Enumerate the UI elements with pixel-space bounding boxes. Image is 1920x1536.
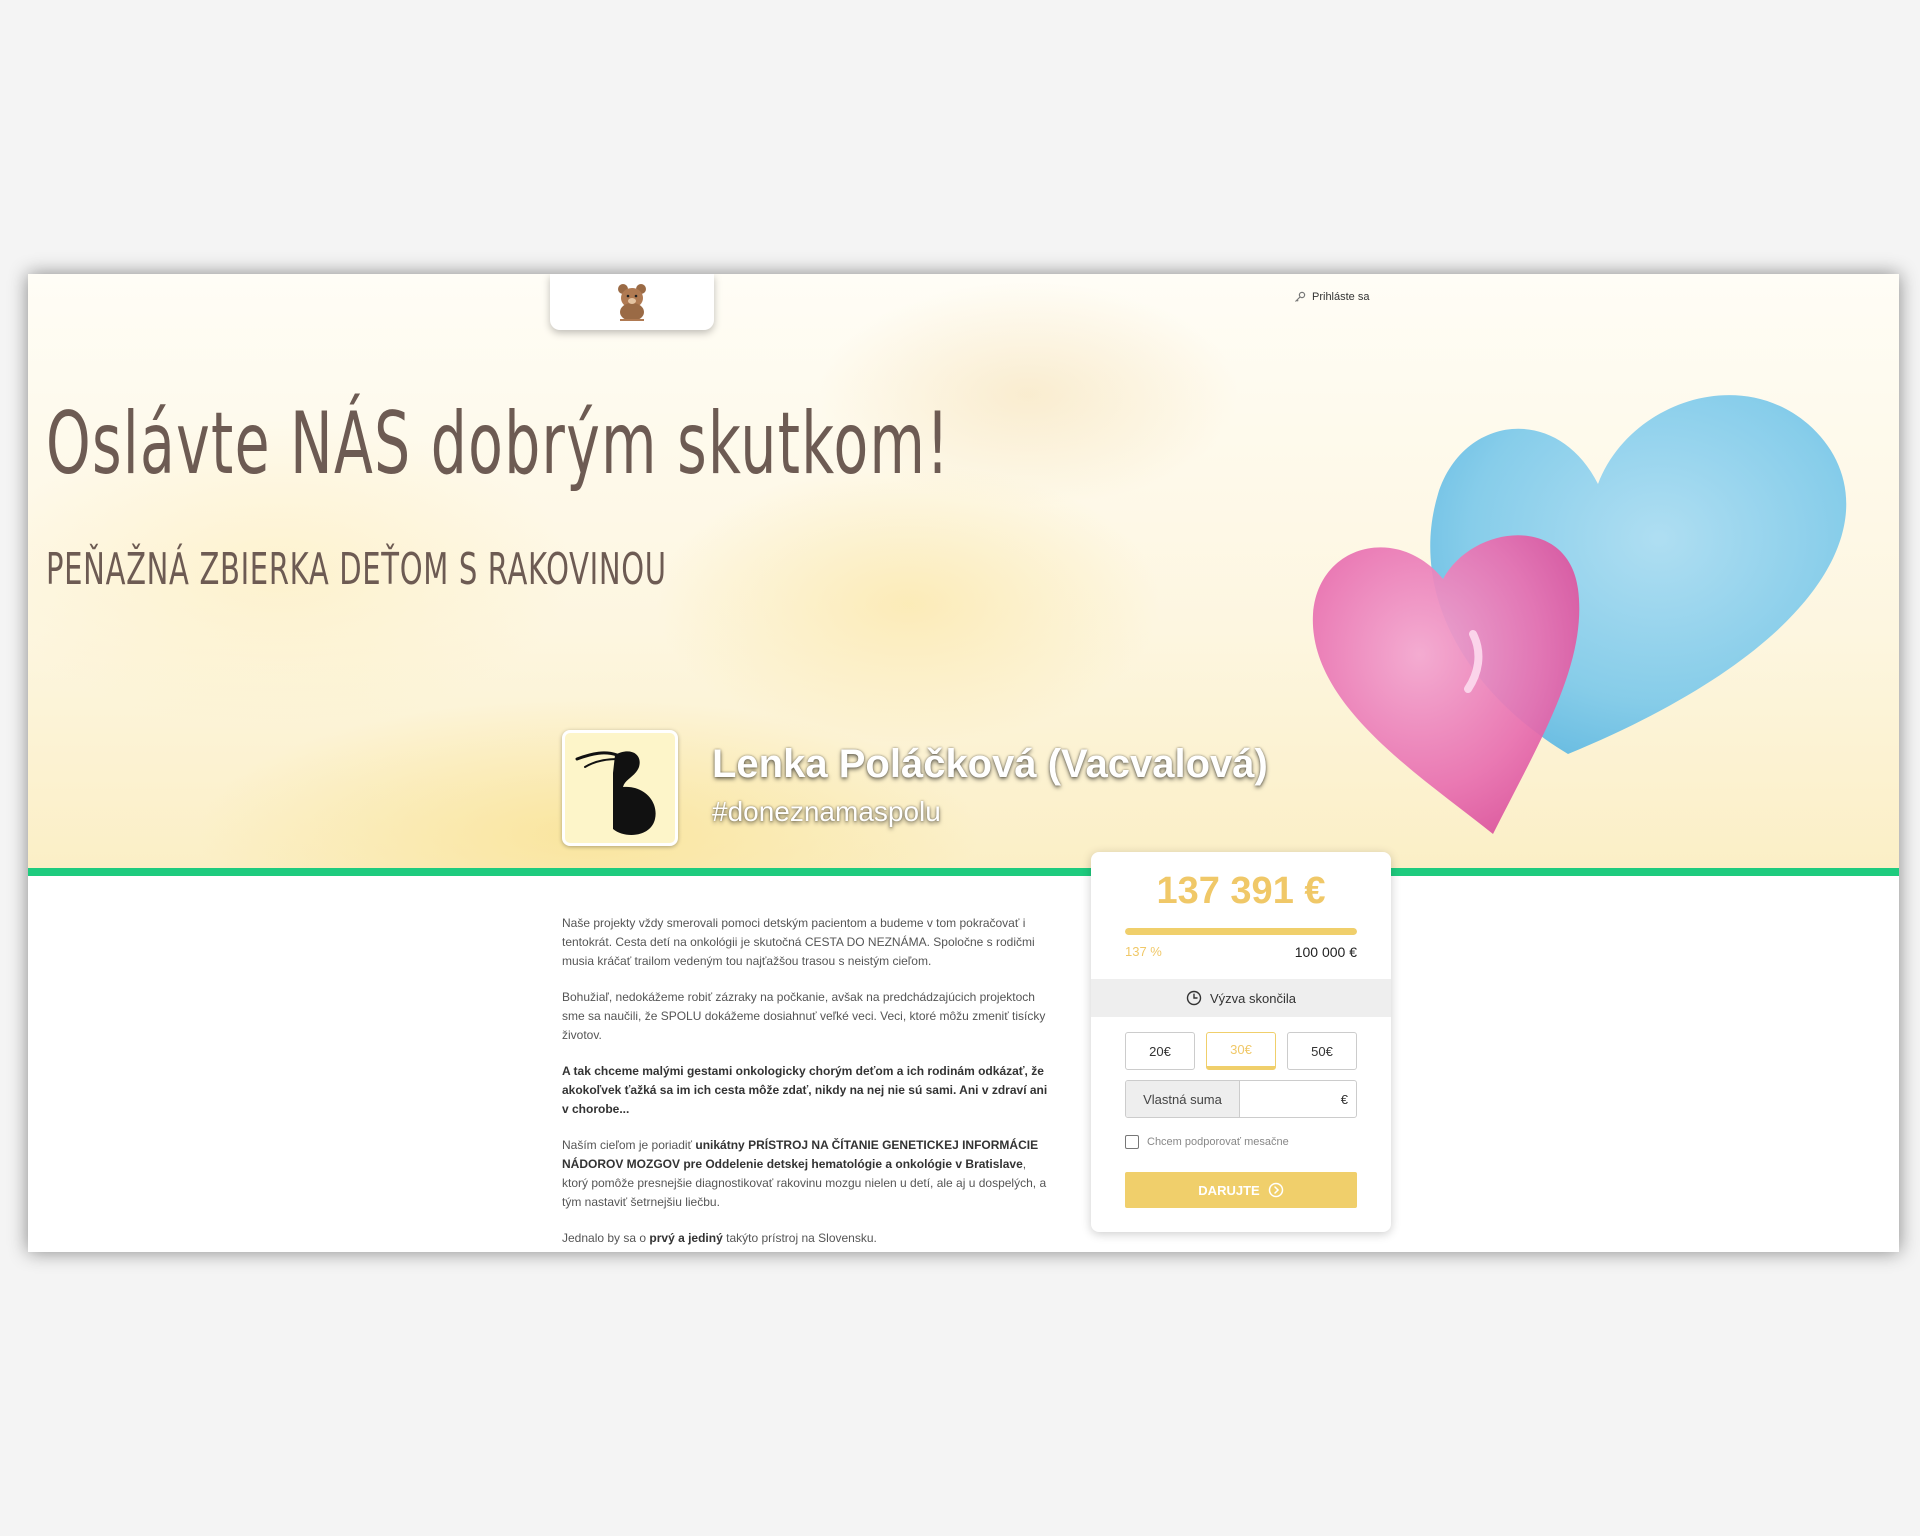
donation-card: 137 391 € 137 % 100 000 € Výzva skončila… bbox=[1091, 852, 1391, 1232]
progress-bar bbox=[1125, 928, 1357, 935]
clock-icon bbox=[1186, 990, 1202, 1006]
custom-amount-label: Vlastná suma bbox=[1126, 1081, 1240, 1117]
monthly-option[interactable]: Chcem podporovať mesačne bbox=[1125, 1135, 1289, 1149]
login-label: Prihláste sa bbox=[1312, 291, 1370, 303]
monthly-checkbox[interactable] bbox=[1125, 1135, 1139, 1149]
donate-label: DARUJTE bbox=[1198, 1182, 1260, 1198]
progress-percent: 137 % bbox=[1125, 944, 1162, 959]
description-paragraph: A tak chceme malými gestami onkologicky … bbox=[562, 1064, 1048, 1116]
amount-option-20[interactable]: 20€ bbox=[1125, 1032, 1195, 1070]
campaign-description: Naše projekty vždy smerovali pomoci dets… bbox=[562, 914, 1052, 1252]
campaign-status: Výzva skončila bbox=[1091, 979, 1391, 1017]
monthly-label: Chcem podporovať mesačne bbox=[1147, 1136, 1289, 1148]
teddy-bear-logo-icon bbox=[618, 284, 646, 321]
description-paragraph: Naše projekty vždy smerovali pomoci dets… bbox=[562, 916, 1035, 968]
browser-page: Oslávte NÁS dobrým skutkom! PEŇAŽNÁ ZBIE… bbox=[28, 274, 1899, 1252]
goal-amount: 100 000 € bbox=[1294, 944, 1357, 960]
custom-amount-field[interactable]: Vlastná suma € bbox=[1125, 1080, 1357, 1118]
hero-banner: Oslávte NÁS dobrým skutkom! PEŇAŽNÁ ZBIE… bbox=[28, 274, 1899, 868]
currency-suffix: € bbox=[1340, 1091, 1348, 1107]
green-divider bbox=[28, 868, 1899, 876]
hero-subtitle: PEŇAŽNÁ ZBIERKA DEŤOM S RAKOVINOU bbox=[46, 544, 667, 595]
custom-amount-input[interactable]: € bbox=[1240, 1081, 1356, 1117]
hero-title: Oslávte NÁS dobrým skutkom! bbox=[46, 394, 951, 494]
bird-logo-icon bbox=[575, 751, 656, 835]
login-link[interactable]: Prihláste sa bbox=[1294, 291, 1369, 303]
pink-heart bbox=[1312, 535, 1580, 834]
amount-option-50[interactable]: 50€ bbox=[1287, 1032, 1357, 1070]
description-paragraph: Jednalo by sa o prvý a jediný takýto prí… bbox=[562, 1231, 877, 1245]
arrow-circle-icon bbox=[1268, 1182, 1283, 1198]
profile-avatar bbox=[562, 730, 678, 846]
donate-button[interactable]: DARUJTE bbox=[1125, 1172, 1357, 1208]
status-label: Výzva skončila bbox=[1210, 990, 1296, 1006]
amount-option-30[interactable]: 30€ bbox=[1206, 1032, 1276, 1070]
watercolor-hearts-image bbox=[1312, 395, 1847, 834]
profile-hashtag: #doneznamaspolu bbox=[712, 796, 941, 827]
description-paragraph: Bohužiaľ, nedokážeme robiť zázraky na po… bbox=[562, 990, 1046, 1042]
site-logo[interactable] bbox=[550, 274, 714, 330]
description-paragraph: Naším cieľom je poriadiť unikátny PRÍSTR… bbox=[562, 1138, 1047, 1209]
key-icon bbox=[1295, 291, 1306, 302]
raised-amount: 137 391 € bbox=[1156, 870, 1326, 912]
profile-name: Lenka Poláčková (Vacvalová) bbox=[712, 742, 1268, 786]
progress-fill bbox=[1125, 928, 1357, 935]
